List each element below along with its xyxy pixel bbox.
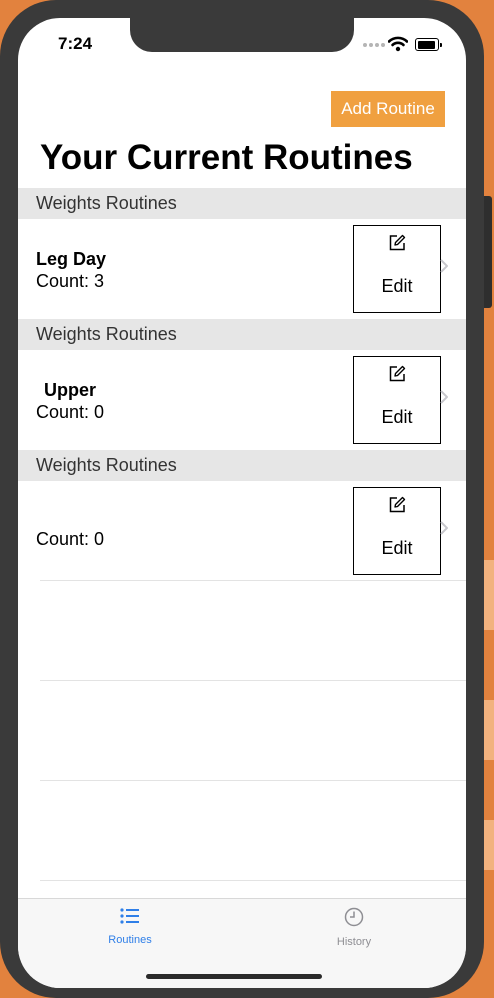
routine-count: Count: 3 — [36, 271, 105, 291]
list-icon — [120, 908, 139, 924]
edit-label: Edit — [381, 407, 413, 427]
section-header: Weights Routines — [18, 319, 466, 350]
chevron-right-icon — [440, 521, 448, 535]
section-header: Weights Routines — [18, 450, 466, 481]
screen: 7:24 Add Routine Your Current Routines W… — [18, 18, 466, 988]
tab-label: Routines — [108, 934, 152, 946]
edit-label: Edit — [381, 276, 413, 296]
routines-list: Weights Routines Leg Day Count: 3 Edit W… — [18, 188, 466, 581]
wifi-icon — [388, 36, 408, 52]
routine-row[interactable]: Leg Day Count: 3 Edit — [18, 219, 466, 319]
edit-icon — [389, 234, 406, 251]
edit-label: Edit — [381, 538, 413, 558]
tab-history[interactable]: History — [294, 907, 414, 948]
row-separator — [40, 580, 466, 581]
tab-label: History — [336, 936, 372, 948]
row-separator — [40, 780, 466, 781]
edit-button[interactable]: Edit — [353, 356, 441, 444]
routine-row[interactable]: Upper Count: 0 Edit — [18, 350, 466, 450]
phone-frame: 7:24 Add Routine Your Current Routines W… — [0, 0, 492, 998]
routine-name: Upper — [44, 380, 97, 400]
section-header: Weights Routines — [18, 188, 466, 219]
routine-row[interactable]: Count: 0 Edit — [18, 481, 466, 581]
chevron-right-icon — [440, 259, 448, 273]
edit-icon — [389, 365, 406, 382]
routine-name: Leg Day — [36, 249, 107, 269]
chevron-right-icon — [440, 390, 448, 404]
home-indicator — [146, 974, 322, 979]
page-title: Your Current Routines — [40, 138, 413, 177]
signal-icon — [363, 43, 385, 47]
notch — [130, 18, 354, 52]
row-separator — [40, 680, 466, 681]
status-time: 7:24 — [58, 34, 93, 53]
side-button — [484, 196, 492, 308]
edit-button[interactable]: Edit — [353, 225, 441, 313]
edit-button[interactable]: Edit — [353, 487, 441, 575]
row-separator — [40, 880, 466, 881]
battery-icon — [415, 38, 442, 51]
routine-count: Count: 0 — [36, 402, 105, 422]
tab-routines[interactable]: Routines — [70, 907, 190, 946]
clock-icon — [344, 907, 364, 927]
add-routine-button[interactable]: Add Routine — [331, 91, 445, 127]
routine-count: Count: 0 — [36, 529, 105, 549]
edit-icon — [389, 496, 406, 513]
